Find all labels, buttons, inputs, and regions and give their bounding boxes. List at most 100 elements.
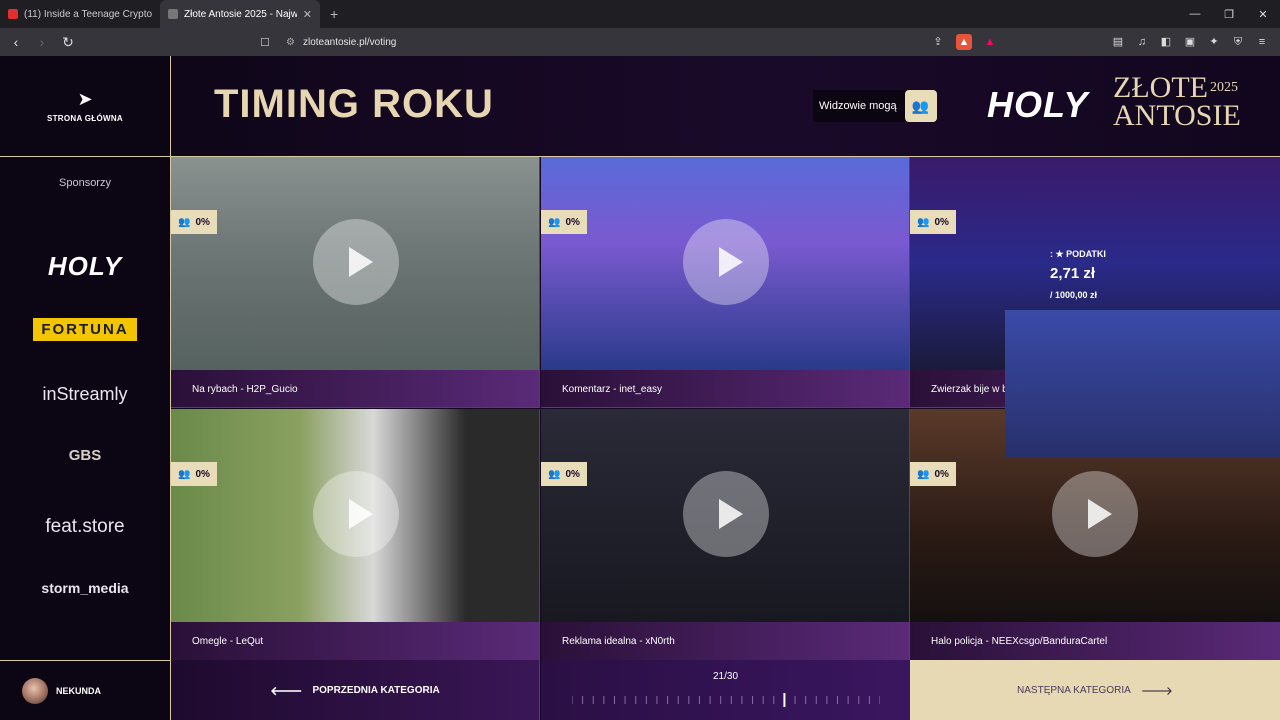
- arrow-left-icon: ➤: [77, 89, 93, 109]
- arrow-right-icon: 🡒: [1140, 683, 1173, 698]
- back-icon[interactable]: ‹: [6, 34, 26, 50]
- progress-text: 21/30: [712, 671, 739, 682]
- address-bar-icons: ⇪ ▲ ▲: [930, 34, 998, 50]
- zlote-antosie-logo: ZŁOTE 2025 ANTOSIE: [1113, 73, 1241, 132]
- nominee-card[interactable]: 👥 0% Omegle - LeQut: [171, 409, 540, 660]
- tax-label-text: PODATKI: [1066, 249, 1106, 259]
- sidebar-toggle-icon[interactable]: ◧: [1158, 34, 1174, 50]
- tax-donation-overlay: : ★ PODATKI 2,71 zł / 1000,00 zł: [1010, 216, 1270, 316]
- fortuna-label: FORTUNA: [33, 318, 137, 341]
- bookmark-icon[interactable]: ☐: [260, 36, 272, 49]
- menu-icon[interactable]: ≡: [1254, 34, 1270, 50]
- category-progress: 21/30: [541, 660, 910, 720]
- rewards-icon[interactable]: ▲: [982, 34, 998, 50]
- close-window-icon[interactable]: ✕: [1246, 8, 1280, 21]
- reader-icon[interactable]: ▤: [1110, 34, 1126, 50]
- url-text[interactable]: zloteantosie.pl/voting: [303, 37, 396, 48]
- vote-percent-badge: 👥 0%: [171, 210, 217, 234]
- leo-icon[interactable]: ✦: [1206, 34, 1222, 50]
- vote-percent: 0%: [195, 216, 210, 228]
- stream-webcam-overlay: [1005, 310, 1280, 458]
- users-icon: 👥: [904, 90, 937, 122]
- nominee-card[interactable]: 👥 0% Na rybach - H2P_Gucio: [171, 157, 540, 408]
- vpn-icon[interactable]: ⛨: [1230, 34, 1246, 50]
- sponsor-gbs-logo[interactable]: GBS: [0, 447, 170, 464]
- vote-percent: 0%: [934, 216, 949, 228]
- tax-goal: / 1000,00 zł: [1050, 290, 1098, 300]
- maximize-icon[interactable]: ❐: [1212, 8, 1246, 21]
- vote-percent: 0%: [934, 468, 949, 480]
- youtube-favicon-icon: [8, 9, 18, 19]
- vote-percent-badge: 👥 0%: [541, 210, 587, 234]
- tax-goal-text: 1000,00 zł: [1055, 290, 1098, 300]
- viewers-label: Widzowie mogą: [819, 100, 897, 112]
- sidebar: ➤ STRONA GŁÓWNA Sponsorzy HOLY FORTUNA i…: [0, 56, 171, 720]
- minimize-icon[interactable]: —: [1178, 8, 1212, 20]
- avatar: [22, 677, 48, 704]
- share-icon[interactable]: ⇪: [930, 34, 946, 50]
- vote-percent: 0%: [565, 468, 580, 480]
- sponsor-featstore-logo[interactable]: feat.store: [0, 516, 170, 538]
- play-icon[interactable]: [1052, 471, 1138, 557]
- play-icon[interactable]: [313, 471, 399, 557]
- browser-tab-bar: (11) Inside a Teenage Crypto Crime E Zło…: [0, 0, 1280, 28]
- next-category-button[interactable]: NASTĘPNA KATEGORIA 🡒: [910, 660, 1280, 720]
- sponsor-holy-logo[interactable]: HOLY: [0, 251, 170, 282]
- nominee-caption: Reklama idealna - xN0rth: [541, 622, 909, 660]
- tab-title: Złote Antosie 2025 - Największy: [184, 8, 297, 20]
- holy-brand-logo: HOLY: [987, 84, 1089, 125]
- next-label: NASTĘPNA KATEGORIA: [1017, 684, 1131, 696]
- arrow-left-icon: 🡐: [270, 683, 303, 698]
- browser-tab-active[interactable]: Złote Antosie 2025 - Największy ✕: [160, 0, 320, 28]
- vote-percent-badge: 👥 0%: [541, 462, 587, 486]
- nominee-caption: Omegle - LeQut: [171, 622, 539, 660]
- users-icon: 👥: [548, 468, 561, 480]
- sponsor-instreamly-logo[interactable]: inStreamly: [0, 384, 170, 405]
- user-name: NEKUNDA: [56, 685, 101, 696]
- sponsor-stormmedia-logo[interactable]: storm_media: [0, 580, 170, 596]
- browser-tab[interactable]: (11) Inside a Teenage Crypto Crime E: [0, 0, 160, 28]
- address-bar[interactable]: ☐ ⚙ zloteantosie.pl/voting: [252, 31, 992, 53]
- media-icon[interactable]: ♫: [1134, 34, 1150, 50]
- wallet-icon[interactable]: ▣: [1182, 34, 1198, 50]
- viewers-vote-badge: Widzowie mogą 👥: [813, 90, 937, 122]
- users-icon: 👥: [917, 468, 930, 480]
- home-label: STRONA GŁÓWNA: [46, 114, 124, 123]
- users-icon: 👥: [178, 468, 191, 480]
- vote-percent-badge: 👥 0%: [910, 462, 956, 486]
- users-icon: 👥: [917, 216, 930, 228]
- sponsors-title: Sponsorzy: [59, 177, 111, 189]
- prev-label: POPRZEDNIA KATEGORIA: [312, 684, 440, 696]
- progress-ticks: [572, 693, 880, 707]
- nominee-card[interactable]: 👥 0% Reklama idealna - xN0rth: [541, 409, 910, 660]
- vote-percent-badge: 👥 0%: [171, 462, 217, 486]
- user-profile[interactable]: NEKUNDA: [0, 660, 170, 720]
- play-icon[interactable]: [683, 471, 769, 557]
- vote-percent: 0%: [195, 468, 210, 480]
- nominee-caption: Halo policja - NEEXcsgo/BanduraCartel: [910, 622, 1280, 660]
- brave-shield-icon[interactable]: ▲: [956, 34, 972, 50]
- forward-icon[interactable]: ›: [32, 34, 52, 50]
- previous-category-button[interactable]: 🡐 POPRZEDNIA KATEGORIA: [171, 660, 540, 720]
- vote-percent: 0%: [565, 216, 580, 228]
- play-icon[interactable]: [683, 219, 769, 305]
- users-icon: 👥: [548, 216, 561, 228]
- nominee-card[interactable]: 👥 0% Komentarz - inet_easy: [541, 157, 910, 408]
- tax-label: : ★ PODATKI: [1050, 249, 1106, 259]
- site-favicon-icon: [168, 9, 178, 19]
- sponsor-fortuna-logo[interactable]: FORTUNA: [0, 318, 170, 341]
- vote-percent-badge: 👥 0%: [910, 210, 956, 234]
- page: ➤ STRONA GŁÓWNA Sponsorzy HOLY FORTUNA i…: [0, 56, 1280, 720]
- new-tab-button[interactable]: +: [330, 6, 338, 22]
- home-link[interactable]: ➤ STRONA GŁÓWNA: [0, 56, 170, 157]
- play-icon[interactable]: [313, 219, 399, 305]
- reload-icon[interactable]: ↻: [58, 34, 78, 51]
- header: TIMING ROKU Widzowie mogą 👥 HOLY ZŁOTE 20…: [171, 56, 1280, 157]
- logo-line2: ANTOSIE: [1113, 99, 1241, 132]
- window-controls: — ❐ ✕: [1178, 0, 1280, 28]
- tab-title: (11) Inside a Teenage Crypto Crime E: [24, 8, 152, 20]
- close-tab-icon[interactable]: ✕: [303, 8, 312, 21]
- users-icon: 👥: [178, 216, 191, 228]
- site-info-icon[interactable]: ⚙: [286, 37, 295, 48]
- tax-amount: 2,71 zł: [1050, 265, 1096, 282]
